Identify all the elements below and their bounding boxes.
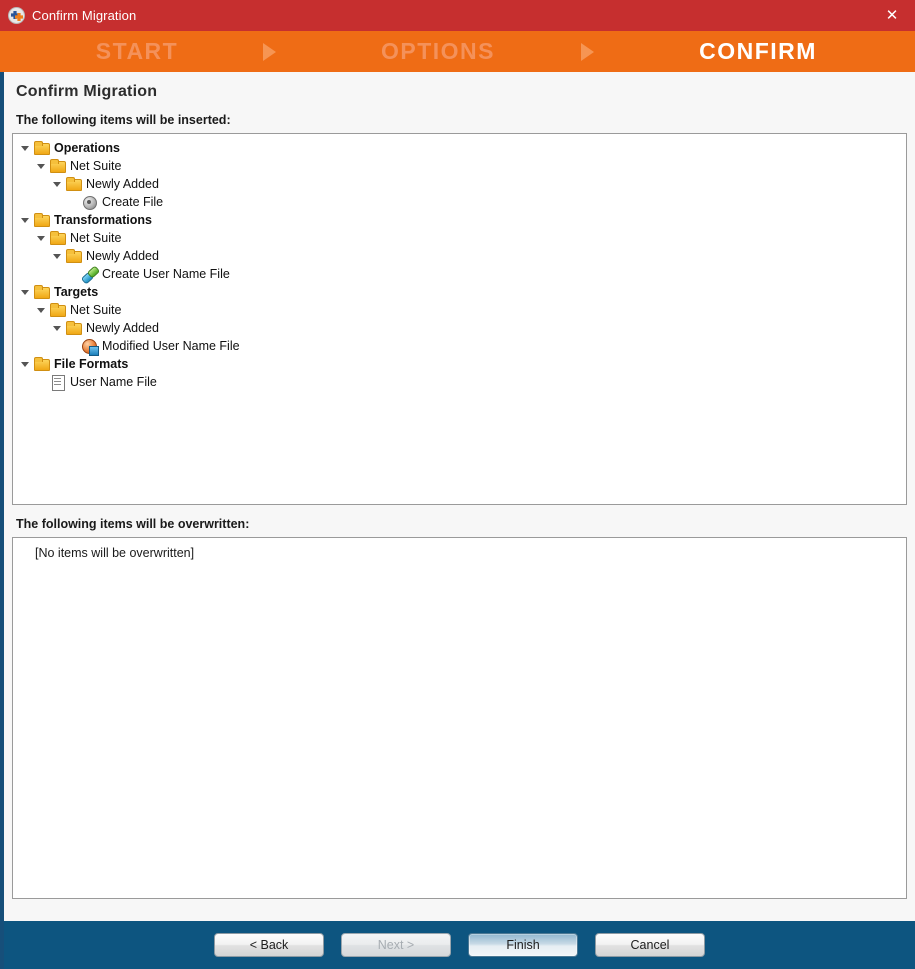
chevron-down-icon[interactable]: [33, 301, 48, 319]
tree-item-label: Newly Added: [86, 321, 159, 335]
overwritten-empty-text: [No items will be overwritten]: [35, 546, 195, 560]
folder-icon: [64, 319, 84, 337]
back-button[interactable]: < Back: [214, 933, 324, 957]
close-icon[interactable]: ✕: [869, 0, 915, 31]
tree-row[interactable]: Modified User Name File: [13, 337, 906, 356]
tree-row[interactable]: Operations: [13, 139, 906, 157]
tree-row[interactable]: Net Suite: [13, 157, 906, 175]
folder-icon: [64, 247, 84, 265]
overwritten-items-label: The following items will be overwritten:: [16, 517, 250, 531]
tree-item-label: Operations: [54, 141, 120, 155]
doc-icon: [48, 373, 68, 391]
operation-icon: [80, 193, 100, 211]
folder-icon: [32, 355, 52, 373]
folder-icon: [32, 283, 52, 301]
chevron-down-icon[interactable]: [17, 283, 32, 301]
finish-button[interactable]: Finish: [468, 933, 578, 957]
chevron-down-icon[interactable]: [49, 175, 64, 193]
tree-item-label: Create User Name File: [102, 267, 230, 281]
folder-icon: [64, 175, 84, 193]
step-start[interactable]: START: [86, 38, 188, 65]
page-title: Confirm Migration: [16, 83, 158, 100]
target-icon: [80, 337, 100, 356]
tree-row[interactable]: Create User Name File: [13, 265, 906, 283]
wizard-steps: START OPTIONS CONFIRM: [0, 31, 915, 72]
tree-row[interactable]: User Name File: [13, 373, 906, 391]
window-title: Confirm Migration: [32, 8, 137, 23]
chevron-down-icon[interactable]: [33, 229, 48, 247]
tree-row[interactable]: File Formats: [13, 355, 906, 373]
tree-row[interactable]: Newly Added: [13, 247, 906, 265]
folder-icon: [48, 301, 68, 319]
tree-item-label: Create File: [102, 195, 164, 209]
step-confirm[interactable]: CONFIRM: [668, 38, 848, 65]
chevron-down-icon[interactable]: [17, 211, 32, 229]
chevron-down-icon[interactable]: [17, 355, 32, 373]
overwritten-items-panel[interactable]: [No items will be overwritten]: [12, 537, 907, 899]
folder-icon: [48, 229, 68, 247]
tree-item-label: User Name File: [70, 375, 157, 389]
tree-item-label: Targets: [54, 285, 99, 299]
dialog-content: Confirm Migration The following items wi…: [0, 72, 915, 921]
title-bar: Confirm Migration ✕: [0, 0, 915, 31]
folder-icon: [32, 139, 52, 157]
inserted-items-panel[interactable]: Operations Net Suite Newly Added Create Fil…: [12, 133, 907, 505]
tree-row[interactable]: Net Suite: [13, 301, 906, 319]
cancel-button[interactable]: Cancel: [595, 933, 705, 957]
migration-app-icon: [8, 7, 25, 24]
inserted-items-label: The following items will be inserted:: [16, 113, 231, 127]
folder-icon: [32, 211, 52, 229]
tree-item-label: Net Suite: [70, 303, 122, 317]
tree-item-label: File Formats: [54, 357, 129, 371]
transform-icon: [80, 265, 100, 283]
tree-item-label: Net Suite: [70, 231, 122, 245]
chevron-down-icon[interactable]: [17, 139, 32, 157]
dialog-footer: < Back Next > Finish Cancel: [0, 921, 915, 969]
step-arrow-2-icon: [581, 42, 594, 61]
tree-item-label: Transformations: [54, 213, 152, 227]
step-arrow-1-icon: [263, 42, 276, 61]
next-button: Next >: [341, 933, 451, 957]
tree-item-label: Newly Added: [86, 249, 159, 263]
folder-icon: [48, 157, 68, 175]
tree-row[interactable]: Newly Added: [13, 319, 906, 337]
tree-row[interactable]: Newly Added: [13, 175, 906, 193]
migration-tree[interactable]: Operations Net Suite Newly Added Create Fil…: [13, 134, 906, 391]
confirm-migration-dialog: Confirm Migration ✕ START OPTIONS CONFIR…: [0, 0, 915, 969]
chevron-down-icon[interactable]: [33, 157, 48, 175]
tree-item-label: Modified User Name File: [102, 339, 240, 353]
tree-item-label: Net Suite: [70, 159, 122, 173]
tree-row[interactable]: Targets: [13, 283, 906, 301]
tree-row[interactable]: Create File: [13, 193, 906, 211]
tree-row[interactable]: Transformations: [13, 211, 906, 229]
chevron-down-icon[interactable]: [49, 247, 64, 265]
chevron-down-icon[interactable]: [49, 319, 64, 337]
tree-row[interactable]: Net Suite: [13, 229, 906, 247]
tree-item-label: Newly Added: [86, 177, 159, 191]
step-options[interactable]: OPTIONS: [350, 38, 526, 65]
